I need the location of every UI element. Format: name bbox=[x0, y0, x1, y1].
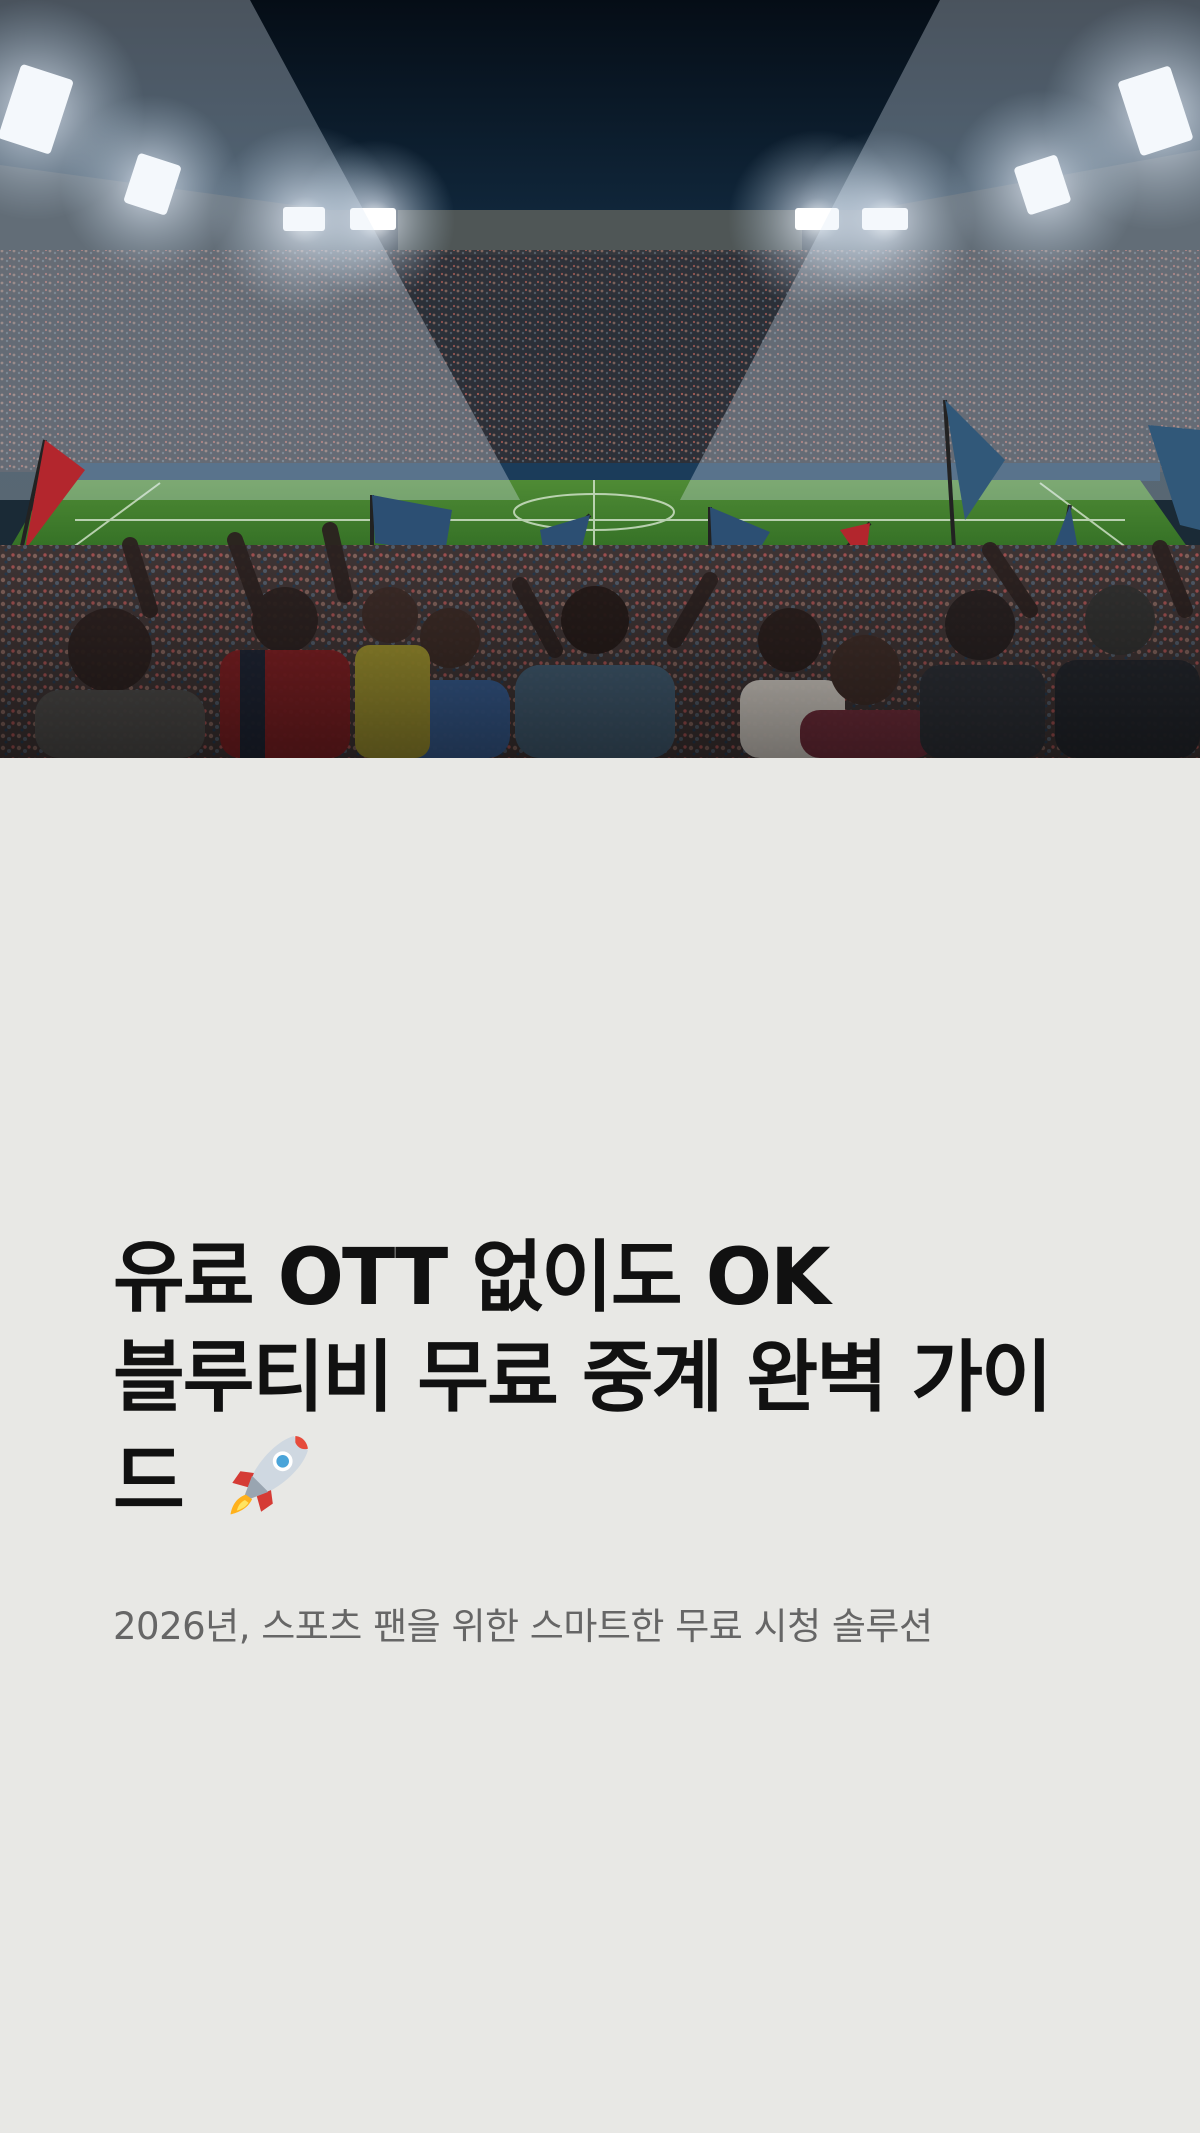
article-subtitle: 2026년, 스포츠 팬을 위한 스마트한 무료 시청 솔루션 bbox=[113, 1605, 933, 1648]
crowd-shadow bbox=[0, 560, 1200, 758]
title-line-1: 유료 OTT 없이도 OK bbox=[113, 1233, 831, 1323]
stadium-illustration bbox=[0, 0, 1200, 758]
title-line-3-text: 드 bbox=[113, 1437, 185, 1527]
title-line-2: 블루티비 무료 중계 완벽 가이 bbox=[113, 1333, 1053, 1423]
rocket-icon bbox=[230, 1436, 308, 1515]
article-title: 유료 OTT 없이도 OK 블루티비 무료 중계 완벽 가이 드 bbox=[113, 1228, 1093, 1532]
title-line-3: 드 bbox=[113, 1428, 1093, 1532]
hero-stadium-image bbox=[0, 0, 1200, 758]
